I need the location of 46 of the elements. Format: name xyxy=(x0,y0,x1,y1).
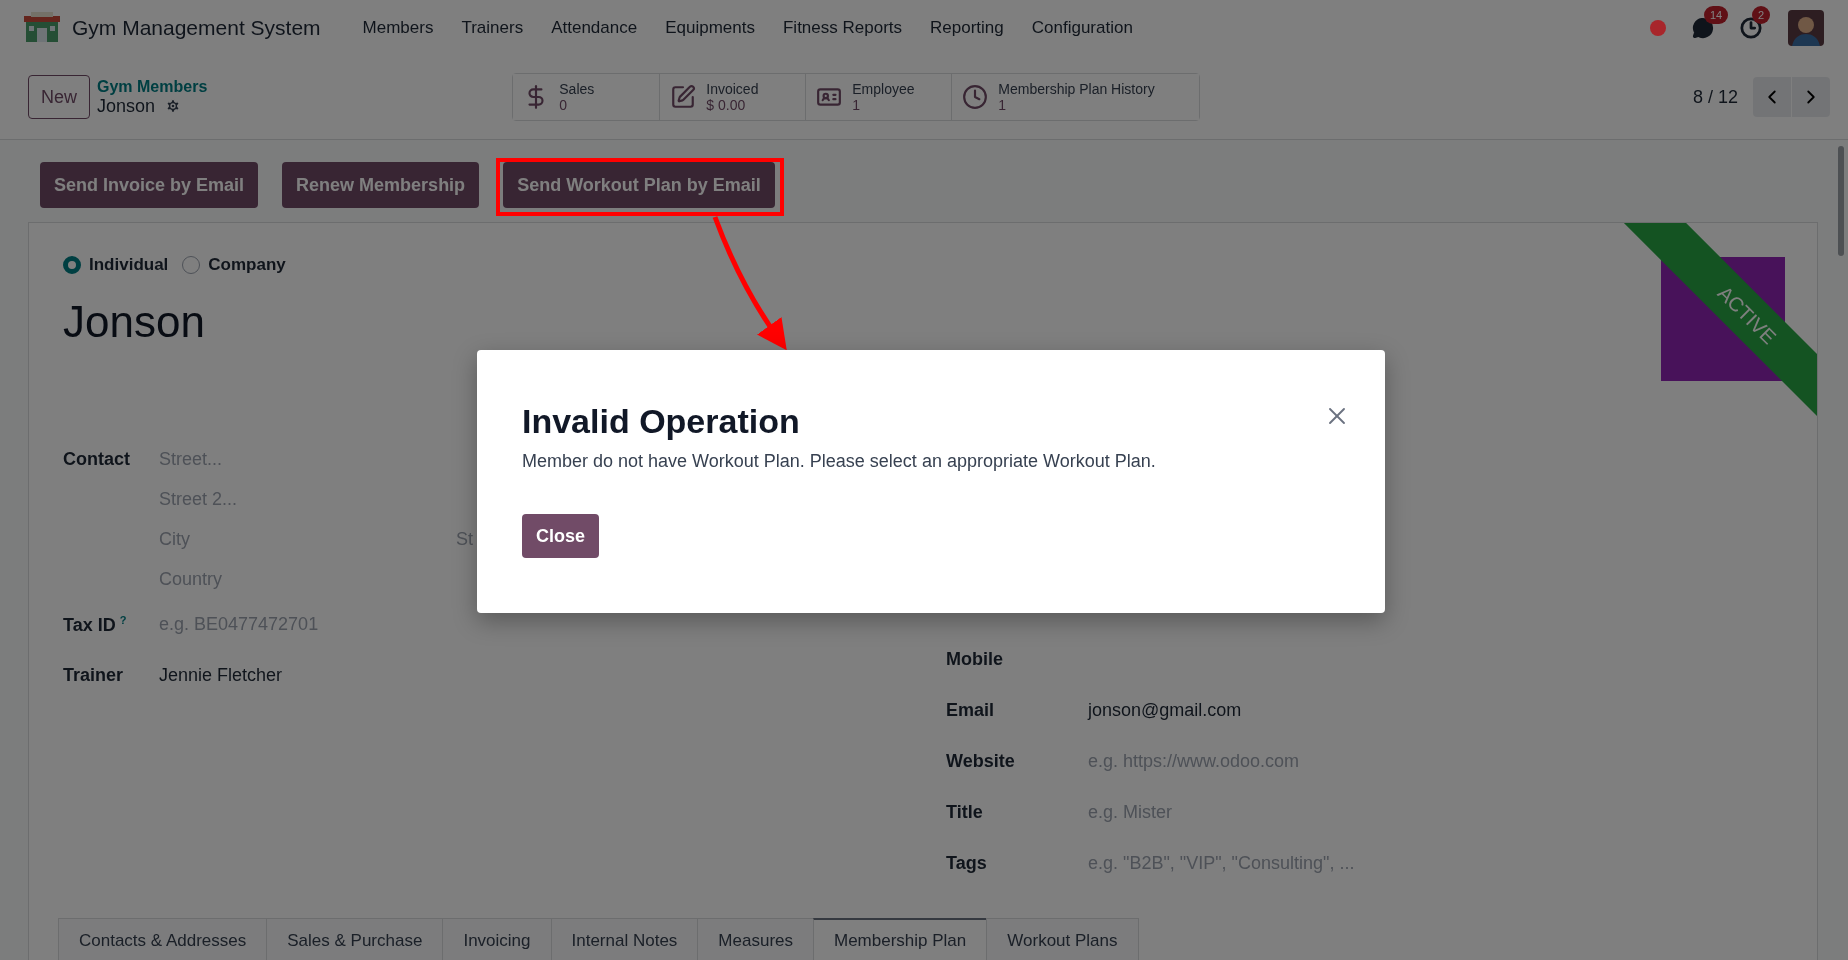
menu-item[interactable]: Members xyxy=(348,17,448,38)
app-title: Gym Management System xyxy=(72,15,321,40)
record-name: Jonson xyxy=(97,95,156,117)
notebook-tab[interactable]: Contacts & Addresses xyxy=(58,918,268,960)
help-marker[interactable]: ? xyxy=(119,613,127,626)
next-button[interactable] xyxy=(1792,77,1830,117)
field-label: Title xyxy=(946,802,984,823)
notebook-tab[interactable]: Workout Plans xyxy=(986,918,1139,960)
field-label: Website xyxy=(946,751,1016,772)
menu-item[interactable]: Fitness Reports xyxy=(768,17,916,38)
action-button[interactable]: Renew Membership xyxy=(282,162,480,208)
field-label: Tags xyxy=(946,853,988,874)
dialog-message: Member do not have Workout Plan. Please select an appropriate Workout Plan. xyxy=(522,451,1157,472)
stat-button[interactable]: Membership Plan History 1 xyxy=(951,74,1200,120)
radio-option[interactable]: Individual xyxy=(63,255,169,275)
menu-item[interactable]: Attendance xyxy=(537,17,652,38)
menu-item[interactable]: Equipments xyxy=(651,17,769,38)
settings-icon[interactable] xyxy=(165,98,182,114)
radio-option[interactable]: Company xyxy=(182,255,286,275)
field-label: Tax ID xyxy=(63,614,116,635)
count-badge: 14 xyxy=(1704,5,1729,24)
menu-item[interactable]: Trainers xyxy=(447,17,538,38)
user-avatar[interactable] xyxy=(1788,9,1824,46)
menu-item[interactable]: Configuration xyxy=(1017,17,1147,38)
action-button[interactable]: Send Workout Plan by Email xyxy=(503,162,775,208)
previous-button[interactable] xyxy=(1753,77,1791,117)
gym-logo[interactable] xyxy=(24,11,60,44)
menu-item[interactable]: Reporting xyxy=(916,17,1018,38)
field-value[interactable]: jonson@gmail.com xyxy=(1088,700,1242,721)
field-value[interactable]: Jennie Fletcher xyxy=(159,665,283,686)
clock-icon xyxy=(962,84,989,110)
action-button[interactable]: Send Invoice by Email xyxy=(40,162,259,208)
new-button[interactable]: New xyxy=(28,75,90,119)
close-button[interactable]: Close xyxy=(522,514,600,558)
scrollbar[interactable] xyxy=(1838,146,1844,256)
dialog-title: Invalid Operation xyxy=(522,402,800,441)
field-label: Mobile xyxy=(946,649,1004,670)
field-label: Trainer xyxy=(63,665,124,685)
count-badge: 2 xyxy=(1752,5,1771,24)
status-dot[interactable] xyxy=(1650,19,1666,36)
member-name: Jonson xyxy=(63,297,205,347)
field-label: Email xyxy=(946,700,996,721)
breadcrumb-link[interactable]: Gym Members xyxy=(97,77,208,96)
pager-counter: 8 / 12 xyxy=(1692,86,1738,108)
edit-icon xyxy=(670,84,697,110)
field-label: Contact xyxy=(63,448,131,470)
